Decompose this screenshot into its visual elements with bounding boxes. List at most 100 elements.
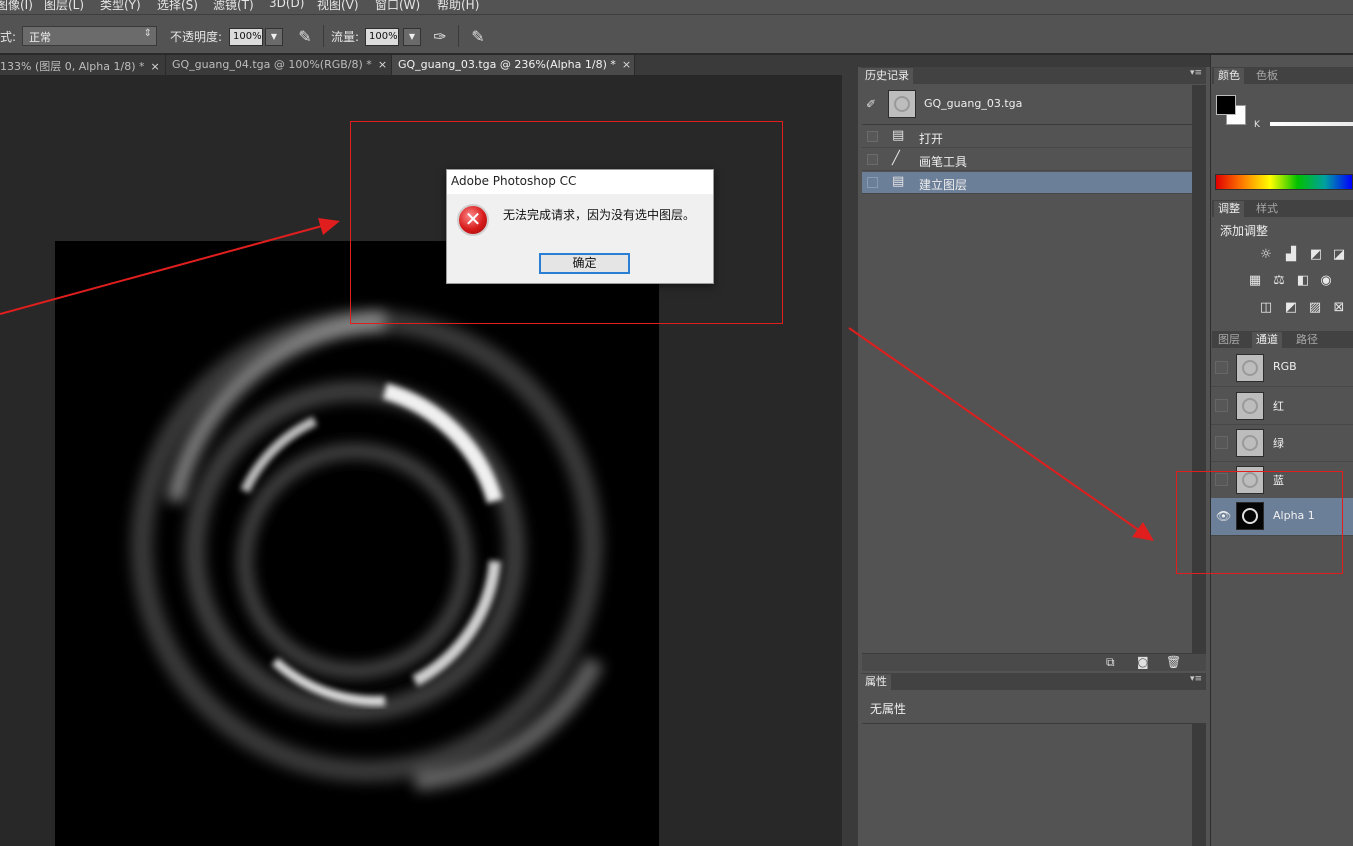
camera-icon[interactable]: ◙ xyxy=(1137,655,1149,669)
trash-icon[interactable]: 🗑 xyxy=(1166,655,1181,669)
doc-tab-3-active[interactable]: GQ_guang_03.tga @ 236%(Alpha 1/8) * × xyxy=(392,55,635,75)
exposure-icon[interactable]: ◪ xyxy=(1331,247,1347,263)
menu-layer[interactable]: 图层(L) xyxy=(44,0,84,13)
properties-tab-bar: 属性 ▾≡ xyxy=(861,673,1206,690)
channel-thumbnail xyxy=(1236,429,1264,457)
opacity-input[interactable]: 100% xyxy=(229,28,263,46)
color-balance-icon[interactable]: ⚖ xyxy=(1271,273,1287,289)
channel-green[interactable]: 绿 xyxy=(1211,424,1353,462)
properties-scrollbar[interactable] xyxy=(1192,724,1206,846)
history-source-checkbox[interactable] xyxy=(867,177,878,188)
opacity-label: 不透明度: xyxy=(170,30,223,44)
invert-icon[interactable]: ◫ xyxy=(1258,300,1274,316)
divider xyxy=(323,25,324,47)
brightness-contrast-icon[interactable]: ☼ xyxy=(1258,247,1274,263)
no-properties-text: 无属性 xyxy=(870,702,907,716)
vibrance-icon[interactable]: ▦ xyxy=(1247,273,1263,289)
brush-icon: ╱ xyxy=(892,151,900,166)
history-footer: ⧉ ◙ 🗑 xyxy=(862,653,1206,671)
tab-adjustments[interactable]: 调整 xyxy=(1214,201,1244,217)
selective-color-icon[interactable]: ⊠ xyxy=(1331,300,1347,316)
tab-swatches[interactable]: 色板 xyxy=(1252,68,1282,84)
ring-thumbnail-icon xyxy=(894,96,910,112)
history-brush-source-icon[interactable]: ✐ xyxy=(866,97,876,111)
photo-filter-icon[interactable]: ◉ xyxy=(1318,273,1334,289)
snapshot-thumbnail xyxy=(888,90,916,118)
document-canvas[interactable] xyxy=(55,241,659,846)
tab-paths[interactable]: 路径 xyxy=(1292,332,1322,348)
history-source-checkbox[interactable] xyxy=(867,154,878,165)
new-document-from-state-icon[interactable]: ⧉ xyxy=(1106,655,1115,670)
tab-color[interactable]: 颜色 xyxy=(1214,68,1244,84)
channel-rgb[interactable]: RGB xyxy=(1211,349,1353,387)
close-icon[interactable]: × xyxy=(622,58,631,71)
visibility-toggle[interactable] xyxy=(1215,436,1228,449)
channels-tab-bar: 图层 通道 路径 xyxy=(1212,331,1353,348)
annotation-box-alpha-channel xyxy=(1176,471,1343,574)
blend-mode-select[interactable]: 正常 ⇕ xyxy=(22,26,157,46)
tab-properties[interactable]: 属性 xyxy=(861,674,891,690)
menu-help[interactable]: 帮助(H) xyxy=(437,0,479,13)
history-item-open[interactable]: ▤ 打开 xyxy=(862,126,1192,148)
tab-layers[interactable]: 图层 xyxy=(1214,332,1244,348)
pressure-opacity-icon[interactable]: ✎ xyxy=(294,26,316,48)
updown-arrow-icon: ⇕ xyxy=(143,28,152,39)
history-item-label: 建立图层 xyxy=(919,178,968,192)
divider xyxy=(458,25,459,47)
airbrush-icon[interactable]: ✑ xyxy=(429,26,451,48)
doc-tab-1[interactable]: 133% (图层 0, Alpha 1/8) * × xyxy=(0,55,166,75)
dialog-title: Adobe Photoshop CC xyxy=(447,170,713,194)
gradient-map-icon[interactable]: ▨ xyxy=(1307,300,1323,316)
pressure-size-icon[interactable]: ✎ xyxy=(467,26,489,48)
tab-history[interactable]: 历史记录 xyxy=(861,68,913,84)
channel-label: RGB xyxy=(1273,360,1297,373)
flow-input[interactable]: 100% xyxy=(365,28,399,46)
foreground-color-swatch[interactable] xyxy=(1216,95,1236,115)
visibility-toggle[interactable] xyxy=(1215,399,1228,412)
menu-3d[interactable]: 3D(D) xyxy=(269,0,304,10)
channel-red[interactable]: 红 xyxy=(1211,387,1353,425)
channel-label: 红 xyxy=(1273,400,1284,413)
canvas-vertical-scrollbar[interactable] xyxy=(842,75,858,846)
panel-menu-icon[interactable]: ▾≡ xyxy=(1190,674,1202,684)
menu-filter[interactable]: 滤镜(T) xyxy=(213,0,254,13)
ok-button[interactable]: 确定 xyxy=(539,253,630,274)
add-adjustment-title: 添加调整 xyxy=(1220,224,1269,238)
flow-dropdown-button[interactable]: ▼ xyxy=(403,28,421,46)
levels-icon[interactable]: ▟ xyxy=(1283,247,1299,263)
menu-image[interactable]: 图像(I) xyxy=(0,0,33,13)
tab-channels[interactable]: 通道 xyxy=(1252,332,1282,348)
menu-view[interactable]: 视图(V) xyxy=(317,0,359,13)
history-snapshot[interactable]: ✐ GQ_guang_03.tga xyxy=(862,85,1192,125)
close-icon[interactable]: × xyxy=(151,60,160,73)
close-icon[interactable]: × xyxy=(378,58,387,71)
doc-tab-2[interactable]: GQ_guang_04.tga @ 100%(RGB/8) * × xyxy=(166,55,392,75)
ring-thumbnail-icon xyxy=(1242,435,1258,451)
channel-label: 绿 xyxy=(1273,437,1284,450)
error-icon: ✕ xyxy=(457,204,489,236)
panel-dock-strip xyxy=(858,55,1210,67)
history-item-brush[interactable]: ╱ 画笔工具 xyxy=(862,149,1192,171)
visibility-toggle[interactable] xyxy=(1215,361,1228,374)
opacity-dropdown-button[interactable]: ▼ xyxy=(265,28,283,46)
k-channel-label: K xyxy=(1254,120,1260,130)
adjustments-tab-bar: 调整 样式 xyxy=(1212,200,1353,217)
k-slider[interactable] xyxy=(1270,122,1353,126)
blend-mode-value: 正常 xyxy=(29,31,51,44)
document-icon: ▤ xyxy=(892,128,905,143)
history-source-checkbox[interactable] xyxy=(867,131,878,142)
menu-type[interactable]: 类型(Y) xyxy=(100,0,141,13)
history-tab-bar: 历史记录 ▾≡ xyxy=(861,67,1206,84)
black-white-icon[interactable]: ◧ xyxy=(1295,273,1311,289)
threshold-icon[interactable]: ◩ xyxy=(1283,300,1299,316)
color-spectrum-ramp[interactable] xyxy=(1215,174,1353,190)
ring-thumbnail-icon xyxy=(1242,398,1258,414)
menu-select[interactable]: 选择(S) xyxy=(157,0,198,13)
history-item-label: 画笔工具 xyxy=(919,155,968,169)
history-item-new-layer[interactable]: ▤ 建立图层 xyxy=(862,172,1192,194)
curves-icon[interactable]: ◩ xyxy=(1308,247,1324,263)
panel-menu-icon[interactable]: ▾≡ xyxy=(1190,68,1202,78)
alpha-channel-ring-image xyxy=(131,310,604,791)
menu-window[interactable]: 窗口(W) xyxy=(375,0,420,13)
tab-styles[interactable]: 样式 xyxy=(1252,201,1282,217)
